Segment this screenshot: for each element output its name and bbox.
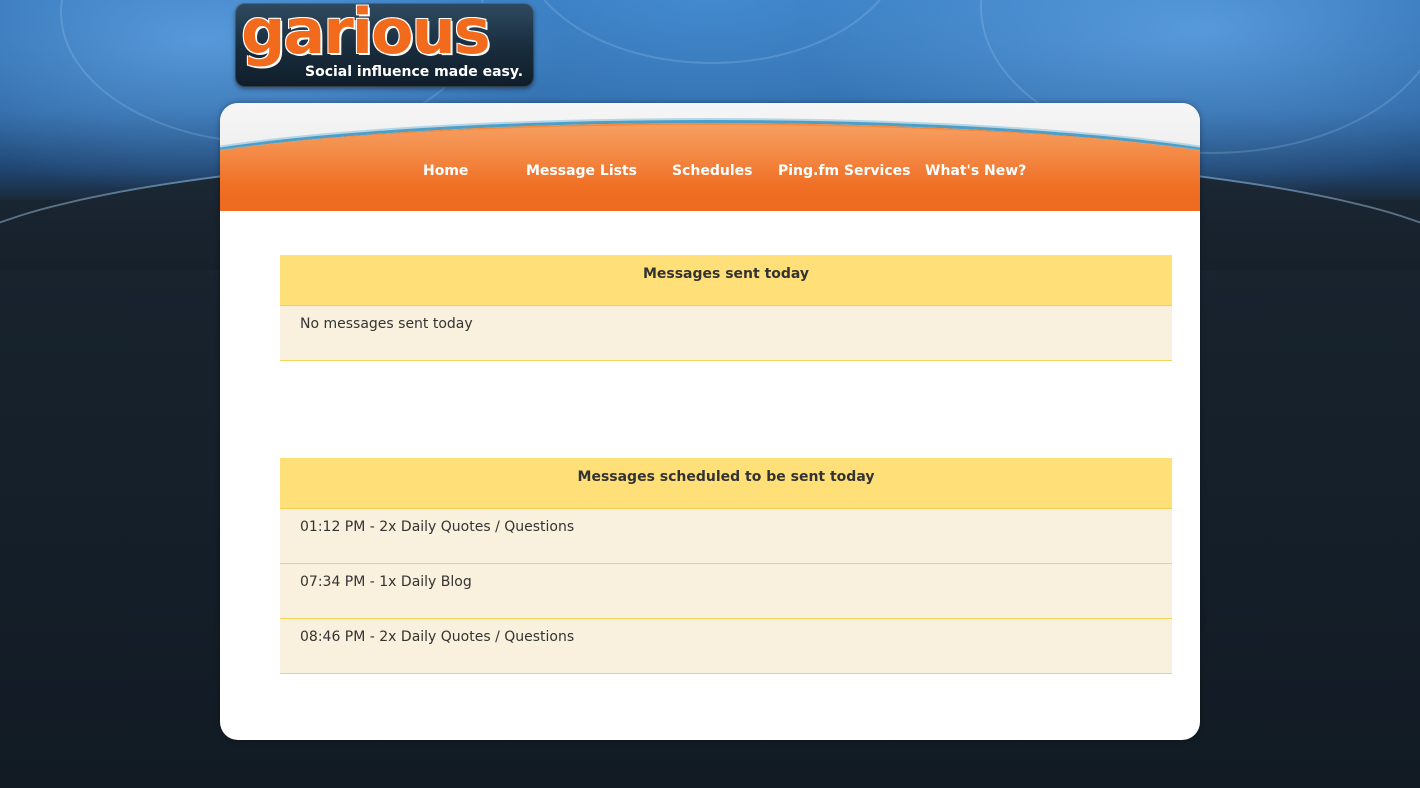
garious-logo[interactable]: garious Social influence made easy. [235,3,534,87]
nav-item-message-lists[interactable]: Message Lists [526,163,637,179]
list-item: 08:46 PM - 2x Daily Quotes / Questions [280,619,1172,674]
nav-item-whats-new[interactable]: What's New? [925,163,1026,179]
nav-item-pingfm-services[interactable]: Ping.fm Services [778,163,910,179]
logo-wordmark: garious [241,3,491,68]
sent-today-box: Messages sent today No messages sent tod… [280,255,1172,361]
scheduled-today-header: Messages scheduled to be sent today [280,458,1172,509]
sent-today-header: Messages sent today [280,255,1172,306]
list-item: No messages sent today [280,306,1172,361]
main-panel: Home Message Lists Schedules Ping.fm Ser… [220,103,1200,740]
nav-items: Home Message Lists Schedules Ping.fm Ser… [220,163,1200,185]
list-item: 07:34 PM - 1x Daily Blog [280,564,1172,619]
nav-item-home[interactable]: Home [423,163,468,179]
scheduled-today-box: Messages scheduled to be sent today 01:1… [280,458,1172,674]
list-item: 01:12 PM - 2x Daily Quotes / Questions [280,509,1172,564]
logo-tagline: Social influence made easy. [305,64,524,80]
main-nav: Home Message Lists Schedules Ping.fm Ser… [220,103,1200,211]
nav-item-schedules[interactable]: Schedules [672,163,752,179]
